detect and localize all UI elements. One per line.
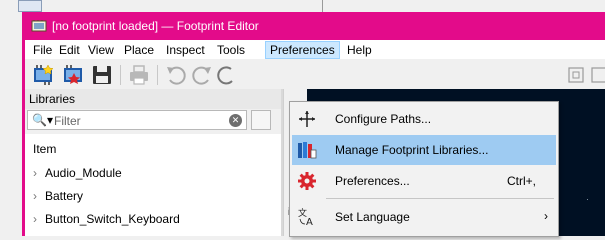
menu-item-manage-footprint-libraries[interactable]: Manage Footprint Libraries...	[292, 135, 556, 165]
menu-item-label: Configure Paths...	[335, 112, 432, 126]
library-item-label: Button_Switch_Keyboard	[45, 212, 180, 226]
menu-place[interactable]: Place	[120, 42, 158, 58]
menu-file[interactable]: File	[29, 42, 56, 58]
grid-dot	[587, 199, 588, 200]
background-window-strip	[0, 0, 605, 12]
expand-chevron-icon[interactable]: ›	[33, 189, 37, 203]
menu-view[interactable]: View	[84, 42, 118, 58]
menu-edit[interactable]: Edit	[55, 42, 84, 58]
footprint-editor-window: [no footprint loaded] — Footprint Editor…	[22, 12, 605, 237]
refresh-icon[interactable]	[217, 64, 239, 86]
libraries-panel-header: Libraries	[25, 89, 281, 109]
undo-icon[interactable]	[165, 64, 187, 86]
menu-preferences[interactable]: Preferences	[265, 41, 340, 59]
new-footprint-icon[interactable]	[32, 64, 54, 86]
footprint-wizard-icon[interactable]	[62, 64, 84, 86]
menu-inspect[interactable]: Inspect	[162, 42, 209, 58]
menu-item-configure-paths[interactable]: Configure Paths...	[292, 104, 556, 134]
library-item-label: Audio_Module	[45, 166, 122, 180]
main-toolbar	[25, 59, 605, 89]
search-icon[interactable]: 🔍▾	[32, 113, 53, 127]
gear-icon	[298, 172, 316, 190]
footprint-editor-app-icon	[31, 20, 47, 32]
svg-text:A: A	[306, 217, 313, 227]
print-icon[interactable]	[128, 64, 150, 86]
expand-chevron-icon[interactable]: ›	[33, 212, 37, 226]
redo-icon[interactable]	[191, 64, 213, 86]
menu-item-label: Preferences...	[335, 174, 410, 188]
menu-separator	[326, 198, 554, 199]
grid-select-alt-icon[interactable]	[588, 64, 605, 86]
menu-tools[interactable]: Tools	[213, 42, 249, 58]
menu-item-shortcut: Ctrl+,	[506, 174, 536, 188]
toolbar-separator	[120, 65, 121, 85]
library-item[interactable]: › Button_Switch_Keyboard	[33, 212, 180, 226]
toolbar-separator	[157, 65, 158, 85]
manage-libraries-icon	[298, 142, 317, 159]
panel-options-button[interactable]	[251, 110, 271, 130]
expand-chevron-icon[interactable]: ›	[33, 166, 37, 180]
menu-help[interactable]: Help	[343, 42, 376, 58]
language-icon: 文 A	[298, 207, 313, 227]
menu-item-label: Set Language	[335, 210, 410, 224]
client-area: File Edit View Place Inspect Tools Prefe…	[25, 40, 605, 237]
library-filter-input[interactable]: 🔍▾ Filter ✕	[27, 110, 247, 130]
library-item[interactable]: › Battery	[33, 189, 83, 203]
save-icon[interactable]	[91, 64, 113, 86]
menu-item-label: Manage Footprint Libraries...	[335, 143, 489, 157]
library-item-label: Battery	[45, 189, 84, 203]
menu-bar: File Edit View Place Inspect Tools Prefe…	[25, 40, 605, 59]
title-bar[interactable]: [no footprint loaded] — Footprint Editor	[22, 12, 605, 40]
background-thumbnail	[18, 0, 42, 12]
submenu-arrow-icon: ›	[544, 209, 548, 223]
menu-item-set-language[interactable]: 文 A Set Language ›	[292, 202, 556, 232]
filter-placeholder: Filter	[54, 114, 81, 128]
library-item[interactable]: › Audio_Module	[33, 166, 122, 180]
grid-select-icon[interactable]	[565, 64, 587, 86]
preferences-dropdown-menu: Configure Paths... Manage Footprint Libr…	[289, 101, 559, 237]
background-divider	[322, 0, 323, 12]
clear-filter-icon[interactable]: ✕	[229, 114, 242, 127]
window-title: [no footprint loaded] — Footprint Editor	[52, 19, 259, 33]
tree-column-header[interactable]: Item	[33, 142, 56, 156]
library-tree: Item › Audio_Module › Battery › Button_Swit…	[25, 134, 281, 236]
menu-item-preferences[interactable]: Preferences... Ctrl+,	[292, 166, 556, 196]
configure-paths-icon	[299, 111, 315, 127]
